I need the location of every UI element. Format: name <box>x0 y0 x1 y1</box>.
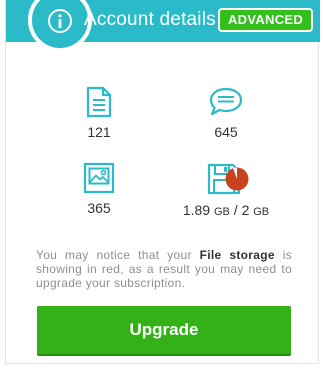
stat-messages: 645 <box>166 86 286 140</box>
upgrade-notice: You may notice that your File storage is… <box>36 248 292 290</box>
storage-usage-pie <box>225 167 249 191</box>
header-title: Account details <box>84 9 216 30</box>
pictures-count: 365 <box>87 200 111 216</box>
document-icon <box>86 86 112 118</box>
notice-highlight: File storage <box>199 248 275 262</box>
widget-header: Account details ADVANCED <box>6 0 320 52</box>
notice-text-start: You may notice that your <box>36 248 200 262</box>
messages-count: 645 <box>214 124 238 140</box>
storage-used-value: 1.89 <box>182 202 211 218</box>
storage-total-unit: GB <box>253 206 270 218</box>
stat-file-storage: 1.89 GB / 2 GB <box>166 162 286 218</box>
info-icon[interactable] <box>28 0 92 52</box>
storage-used-unit: GB <box>213 206 230 218</box>
storage-total-value: 2 <box>241 202 250 218</box>
picture-icon <box>83 162 115 194</box>
storage-usage: 1.89 GB / 2 GB <box>166 202 286 218</box>
floppy-disk-icon <box>207 163 249 195</box>
documents-count: 121 <box>87 124 111 140</box>
advanced-badge: ADVANCED <box>218 8 313 32</box>
account-details-widget: Account details ADVANCED 121 645 365 1.8… <box>5 0 320 364</box>
chat-bubble-icon <box>209 87 243 116</box>
stat-documents: 121 <box>39 86 159 140</box>
stat-pictures: 365 <box>39 162 159 216</box>
storage-separator: / <box>233 202 238 218</box>
upgrade-button[interactable]: Upgrade <box>37 306 291 354</box>
